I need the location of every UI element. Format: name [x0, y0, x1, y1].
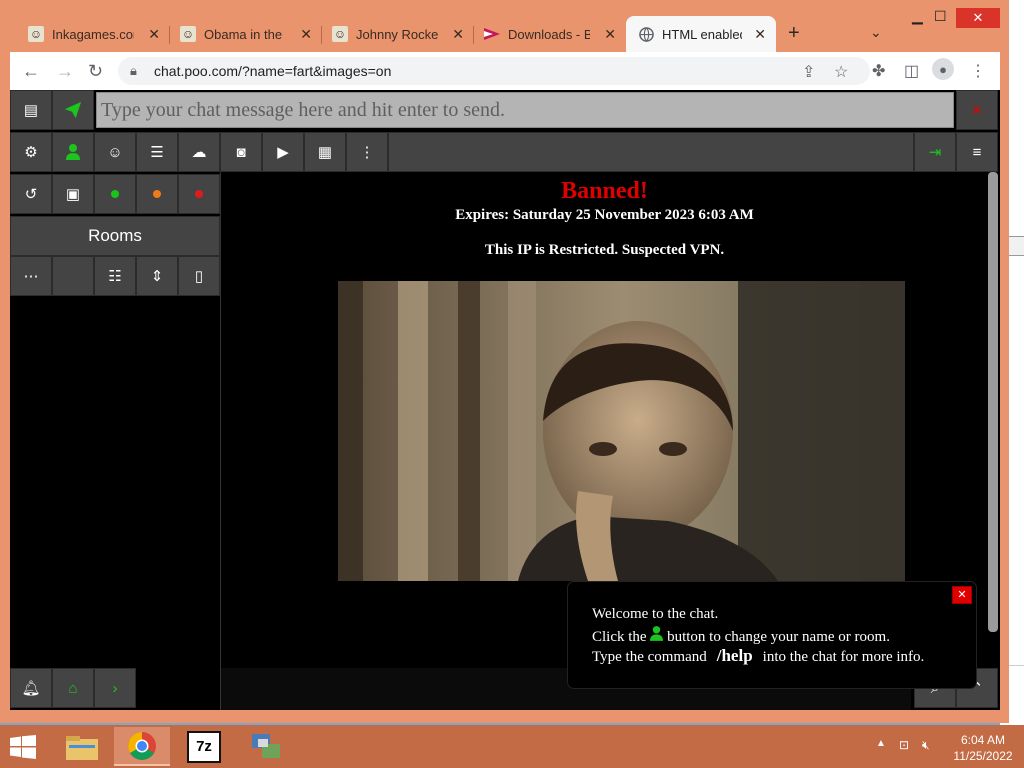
forward-arrow-icon[interactable]: →: [56, 61, 74, 82]
volume-muted-icon[interactable]: 🔇︎: [922, 738, 930, 753]
portrait-favicon-icon: ☺: [180, 26, 196, 42]
more-vertical-icon[interactable]: ⋮: [346, 132, 388, 172]
tab-html-enabled-chat[interactable]: HTML enabled c ✕: [626, 16, 776, 52]
tab-johnny[interactable]: ☺ Johnny Rocketfi ✕: [314, 16, 474, 52]
list-icon[interactable]: ☷: [94, 256, 136, 296]
ban-expiry: Expires: Saturday 25 November 2023 6:03 …: [455, 207, 754, 223]
sort-icon[interactable]: ⇕: [136, 256, 178, 296]
sign-in-icon[interactable]: ⇥: [914, 132, 956, 172]
share-icon[interactable]: ⇪: [802, 62, 815, 82]
side-panel-icon[interactable]: ◫: [904, 61, 919, 81]
windows-start-icon[interactable]: [10, 735, 36, 759]
bookmark-star-icon[interactable]: ☆: [834, 62, 848, 82]
gift-icon[interactable]: ⌂: [52, 668, 94, 708]
extensions-puzzle-icon[interactable]: ✤: [872, 61, 885, 81]
lock-icon: 🔒︎: [130, 63, 137, 78]
file-explorer-icon[interactable]: [54, 727, 110, 766]
emoji-smile-icon[interactable]: ☺: [94, 132, 136, 172]
network-icon[interactable]: ⊡: [899, 738, 909, 752]
posted-image: [338, 281, 905, 581]
reload-icon[interactable]: ↻: [88, 61, 103, 82]
profile-avatar-icon[interactable]: ●: [932, 58, 954, 80]
rooms-button[interactable]: Rooms: [10, 216, 220, 256]
send-paper-plane-icon[interactable]: [52, 90, 94, 130]
tab-title: HTML enabled c: [662, 26, 742, 42]
welcome-close-icon[interactable]: ✕: [952, 586, 972, 604]
tab-obama[interactable]: ☺ Obama in the Da ✕: [162, 16, 322, 52]
ban-reason: This IP is Restricted. Suspected VPN.: [484, 242, 725, 258]
welcome-popup: ✕ Welcome to the chat. Click the button …: [568, 582, 976, 688]
door-exit-icon[interactable]: ▯: [178, 256, 220, 296]
menu-kebab-icon[interactable]: ⋮: [970, 61, 986, 81]
settings-gears-icon[interactable]: ⚙: [10, 132, 52, 172]
banned-title: Banned!: [561, 178, 648, 204]
welcome-line-2: Click the button to change your name or …: [592, 626, 890, 646]
ellipsis-icon[interactable]: ⋯: [10, 256, 52, 296]
status-green-dot-icon[interactable]: [94, 174, 136, 214]
bell-icon[interactable]: 🔔︎: [10, 668, 52, 708]
ban-notice: Banned! Expires: Saturday 25 November 20…: [221, 174, 988, 259]
sliders-icon[interactable]: ☰: [136, 132, 178, 172]
hamburger-menu-icon[interactable]: ≡: [956, 132, 998, 172]
globe-favicon-icon: [638, 26, 654, 42]
taskbar: 7z ▲ ⊡ 🔇︎ 6:04 AM 11/25/2022: [0, 725, 1024, 768]
help-command: /help: [716, 646, 753, 665]
image-icon[interactable]: ▦: [304, 132, 346, 172]
address-bar: ← → ↻ 🔒︎ chat.poo.com/?name=fart&images=…: [10, 52, 1000, 90]
history-icon[interactable]: ↺: [10, 174, 52, 214]
chrome-icon[interactable]: [114, 727, 170, 766]
portrait-favicon-icon: ☺: [332, 26, 348, 42]
calendar-icon[interactable]: ▣: [52, 174, 94, 214]
flag-favicon-icon: [484, 26, 500, 42]
7zip-icon[interactable]: 7z: [176, 727, 232, 766]
empty-slot-button[interactable]: [52, 256, 94, 296]
browser-window: ☺ Inkagames.com ✕ ☺ Obama in the Da ✕ ☺ …: [0, 0, 1009, 723]
portrait-favicon-icon: ☺: [28, 26, 44, 42]
user-profile-inline-icon: [650, 626, 664, 645]
tab-title: Obama in the Da: [204, 26, 286, 42]
tab-downloads[interactable]: Downloads - Bla ✕: [466, 16, 626, 52]
clear-input-close-icon[interactable]: ✕: [956, 90, 998, 130]
user-profile-icon[interactable]: [52, 132, 94, 172]
status-red-dot-icon[interactable]: [178, 174, 220, 214]
url-text: chat.poo.com/?name=fart&images=on: [154, 63, 392, 79]
chat-message-input[interactable]: Type your chat message here and hit ente…: [96, 92, 954, 128]
welcome-line-1: Welcome to the chat.: [592, 606, 719, 622]
tray-chevron-up-icon[interactable]: ▲: [876, 738, 886, 749]
tab-strip: ☺ Inkagames.com ✕ ☺ Obama in the Da ✕ ☺ …: [0, 0, 1009, 52]
close-tab-icon[interactable]: ✕: [754, 26, 766, 43]
window-close-button[interactable]: ✕: [956, 8, 1000, 28]
minimize-icon[interactable]: ▁: [912, 8, 923, 25]
chevron-right-icon[interactable]: ›: [94, 668, 136, 708]
chat-log-icon[interactable]: ▤: [10, 90, 52, 130]
welcome-line-3: Type the command/help into the chat for m…: [592, 646, 925, 665]
close-tab-icon[interactable]: ✕: [604, 26, 616, 43]
camera-icon[interactable]: ◙: [220, 132, 262, 172]
tab-title: Downloads - Bla: [508, 26, 590, 42]
tab-inkagames[interactable]: ☺ Inkagames.com ✕: [10, 16, 170, 52]
close-tab-icon[interactable]: ✕: [148, 26, 160, 43]
tab-search-chevron-icon[interactable]: ⌄: [870, 24, 882, 41]
user-list: [10, 298, 220, 668]
control-panel-icon[interactable]: [238, 727, 294, 766]
close-tab-icon[interactable]: ✕: [300, 26, 312, 43]
chat-scrollbar[interactable]: [988, 172, 998, 632]
chat-page: ▤ Type your chat message here and hit en…: [10, 90, 1000, 710]
tab-title: Inkagames.com: [52, 26, 134, 42]
close-tab-icon[interactable]: ✕: [452, 26, 464, 43]
tab-title: Johnny Rocketfi: [356, 26, 438, 42]
taskbar-clock[interactable]: 6:04 AM 11/25/2022: [948, 732, 1018, 764]
url-field[interactable]: 🔒︎ chat.poo.com/?name=fart&images=on ⇪ ☆: [118, 57, 870, 85]
cloud-upload-icon[interactable]: ☁: [178, 132, 220, 172]
maximize-icon[interactable]: ☐: [934, 8, 947, 25]
new-tab-button[interactable]: +: [788, 22, 800, 45]
toolbar-spacer: [388, 132, 914, 172]
video-play-icon[interactable]: ▶: [262, 132, 304, 172]
status-orange-dot-icon[interactable]: [136, 174, 178, 214]
back-arrow-icon[interactable]: ←: [22, 61, 40, 82]
